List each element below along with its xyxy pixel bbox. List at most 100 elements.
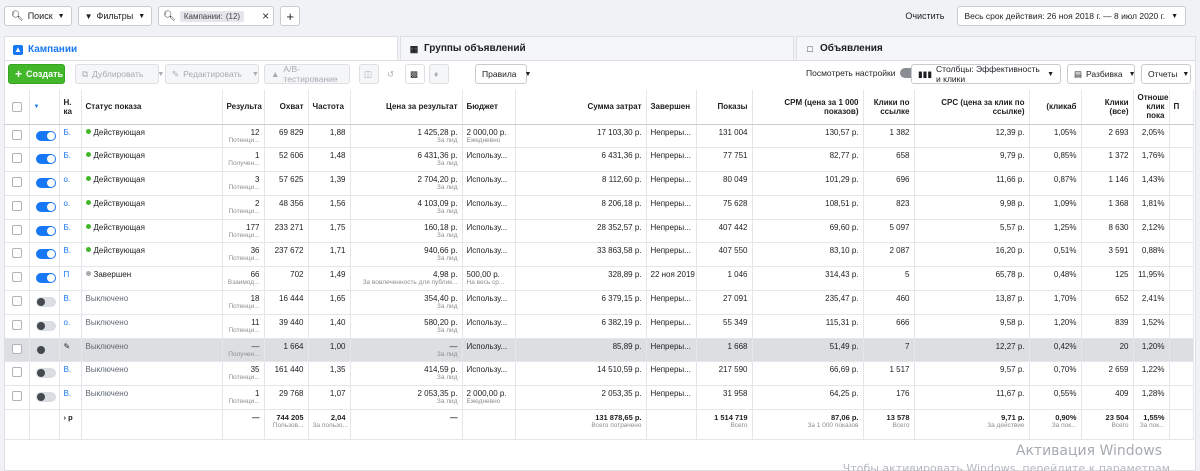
duplicate-button[interactable]: ⧉ Дублировать ▼ bbox=[75, 64, 164, 84]
campaign-name-link[interactable]: В. bbox=[64, 246, 72, 255]
campaign-name-link[interactable]: П bbox=[64, 270, 70, 279]
row-checkbox-cell[interactable] bbox=[5, 266, 30, 292]
ratio-header[interactable]: Отноше клик пока bbox=[1133, 90, 1170, 125]
cost-per-result-header[interactable]: Цена за результат bbox=[350, 90, 463, 125]
row-checkbox[interactable] bbox=[12, 224, 22, 235]
campaign-toggle[interactable] bbox=[35, 320, 56, 331]
frequency-header[interactable]: Частота bbox=[308, 90, 351, 125]
preview-button[interactable]: ▩ bbox=[405, 64, 425, 84]
edit-button[interactable]: ✎ Редактировать ▼ bbox=[165, 64, 259, 84]
clear-button[interactable]: Очистить bbox=[905, 11, 944, 21]
row-toggle-cell[interactable] bbox=[29, 338, 60, 363]
search-dropdown[interactable]: 🔍︎ Поиск ▼ bbox=[4, 6, 72, 26]
link-clicks-header[interactable]: Клики по ссылке bbox=[863, 90, 915, 125]
tab-adsets[interactable]: ▦ Группы объявлений bbox=[400, 36, 794, 60]
row-checkbox-cell[interactable] bbox=[5, 242, 30, 268]
reach-header[interactable]: Охват bbox=[264, 90, 309, 125]
cpc-header[interactable]: CPC (цена за клик по ссылке) bbox=[914, 90, 1030, 125]
delete-button[interactable]: ◫ bbox=[359, 64, 379, 84]
clicks-all-header[interactable]: Клики (все) bbox=[1081, 90, 1134, 125]
row-toggle-cell[interactable] bbox=[29, 124, 60, 149]
ctr-header[interactable]: (кликаб bbox=[1029, 90, 1082, 125]
row-checkbox-cell[interactable] bbox=[5, 385, 30, 411]
table-row[interactable]: В. Действующая 36 Потенци... 237 672 1,71 940,… bbox=[5, 242, 1194, 268]
table-row[interactable]: Б. Действующая 177 Потенци... 233 271 1,75 160… bbox=[5, 219, 1194, 244]
campaign-name-link[interactable]: о. bbox=[64, 175, 71, 184]
tag-button[interactable]: ♦ bbox=[429, 64, 449, 84]
row-toggle-cell[interactable] bbox=[29, 242, 60, 268]
filters-dropdown[interactable]: ▼ Фильтры ▼ bbox=[77, 6, 153, 26]
table-row[interactable]: В. Выключено 18 Потенци... 16 444 1,65 354,40 … bbox=[5, 290, 1194, 315]
row-checkbox[interactable] bbox=[12, 177, 22, 188]
row-checkbox-cell[interactable] bbox=[5, 361, 30, 387]
campaign-name-cell[interactable]: о. bbox=[59, 171, 82, 196]
campaign-name-cell[interactable]: Б. bbox=[59, 147, 82, 173]
extra-header[interactable]: П bbox=[1169, 90, 1194, 125]
campaign-toggle[interactable] bbox=[35, 344, 56, 355]
campaign-name-link[interactable]: В. bbox=[64, 389, 72, 398]
impressions-header[interactable]: Показы bbox=[696, 90, 753, 125]
row-checkbox-cell[interactable] bbox=[5, 147, 30, 173]
budget-header[interactable]: Бюджет bbox=[462, 90, 516, 125]
row-toggle-cell[interactable] bbox=[29, 314, 60, 339]
row-checkbox[interactable] bbox=[12, 248, 22, 259]
campaign-name-cell[interactable]: В. bbox=[59, 290, 82, 315]
table-row[interactable]: о. Действующая 2 Потенци... 48 356 1,56 4 103,… bbox=[5, 195, 1194, 220]
campaign-name-cell[interactable]: о. bbox=[59, 195, 82, 220]
amount-spent-header[interactable]: Сумма затрат bbox=[515, 90, 647, 125]
row-checkbox[interactable] bbox=[12, 129, 22, 140]
campaign-name-cell[interactable]: Б. bbox=[59, 219, 82, 244]
tab-ads[interactable]: □ Объявления bbox=[796, 36, 1196, 60]
create-button[interactable]: + Создать bbox=[8, 64, 65, 84]
tab-campaigns[interactable]: ▲ Кампании bbox=[4, 36, 398, 62]
reports-dropdown[interactable]: Отчеты ▼ bbox=[1141, 64, 1191, 84]
campaign-toggle[interactable] bbox=[35, 297, 56, 308]
table-row[interactable]: П Завершен 66 Взаимод... 702 1,49 4,98 р. За во… bbox=[5, 266, 1194, 292]
row-checkbox[interactable] bbox=[12, 367, 22, 378]
campaign-name-cell[interactable]: В. bbox=[59, 242, 82, 268]
row-checkbox-cell[interactable] bbox=[5, 124, 30, 149]
campaign-toggle[interactable] bbox=[35, 273, 56, 284]
row-toggle-cell[interactable] bbox=[29, 219, 60, 244]
view-settings-toggle[interactable]: Посмотреть настройки bbox=[806, 68, 921, 78]
campaign-toggle[interactable] bbox=[35, 249, 56, 260]
campaign-filter-chip[interactable]: Кампании: (12) bbox=[179, 10, 245, 22]
search-input[interactable]: 🔍︎ Кампании: (12) × bbox=[158, 6, 275, 26]
campaign-name-link[interactable]: Б. bbox=[64, 151, 71, 160]
select-all-checkbox[interactable] bbox=[12, 101, 22, 112]
undo-button[interactable]: ↺ bbox=[383, 64, 403, 84]
row-checkbox[interactable] bbox=[12, 391, 22, 402]
row-checkbox[interactable] bbox=[12, 343, 22, 354]
add-filter-button[interactable]: + bbox=[280, 6, 301, 26]
campaign-toggle[interactable] bbox=[35, 225, 56, 236]
row-checkbox[interactable] bbox=[12, 200, 22, 211]
row-checkbox[interactable] bbox=[12, 296, 22, 307]
campaign-name-link[interactable]: В. bbox=[64, 294, 72, 303]
campaign-name-link[interactable]: о. bbox=[64, 199, 71, 208]
columns-dropdown[interactable]: ▮▮▮ Столбцы: Эффективность и клики ▼ bbox=[911, 64, 1061, 84]
select-all-header[interactable] bbox=[5, 90, 30, 125]
campaign-name-link[interactable]: о. bbox=[64, 318, 71, 327]
table-row[interactable]: о. Выключено 11 Потенци... 39 440 1,40 580,20 … bbox=[5, 314, 1194, 339]
row-toggle-cell[interactable] bbox=[29, 385, 60, 411]
campaign-toggle[interactable] bbox=[35, 368, 56, 379]
close-icon[interactable]: × bbox=[262, 9, 269, 23]
row-toggle-cell[interactable] bbox=[29, 195, 60, 220]
table-row[interactable]: о. Действующая 3 Потенци... 57 625 1,39 2 704,… bbox=[5, 171, 1194, 196]
campaign-toggle[interactable] bbox=[35, 154, 56, 165]
status-header[interactable]: Статус показа bbox=[81, 90, 223, 125]
campaign-name-cell[interactable]: В. bbox=[59, 361, 82, 387]
cpm-header[interactable]: CPM (цена за 1 000 показов) bbox=[752, 90, 864, 125]
date-range-picker[interactable]: Весь срок действия: 26 ноя 2018 г. — 8 и… bbox=[956, 6, 1186, 26]
campaign-name-link[interactable]: В. bbox=[64, 365, 72, 374]
toggle-header[interactable]: ▼ bbox=[29, 90, 60, 125]
pencil-icon[interactable]: ✎ bbox=[64, 342, 71, 351]
row-checkbox[interactable] bbox=[12, 153, 22, 164]
campaign-toggle[interactable] bbox=[35, 178, 56, 189]
row-checkbox-cell[interactable] bbox=[5, 219, 30, 244]
row-toggle-cell[interactable] bbox=[29, 361, 60, 387]
name-header[interactable]: Н. ка bbox=[59, 90, 82, 125]
table-row[interactable]: Б. Действующая 1 Получен... 52 606 1,48 6 431,… bbox=[5, 147, 1194, 173]
row-checkbox[interactable] bbox=[12, 319, 22, 330]
row-checkbox-cell[interactable] bbox=[5, 171, 30, 196]
